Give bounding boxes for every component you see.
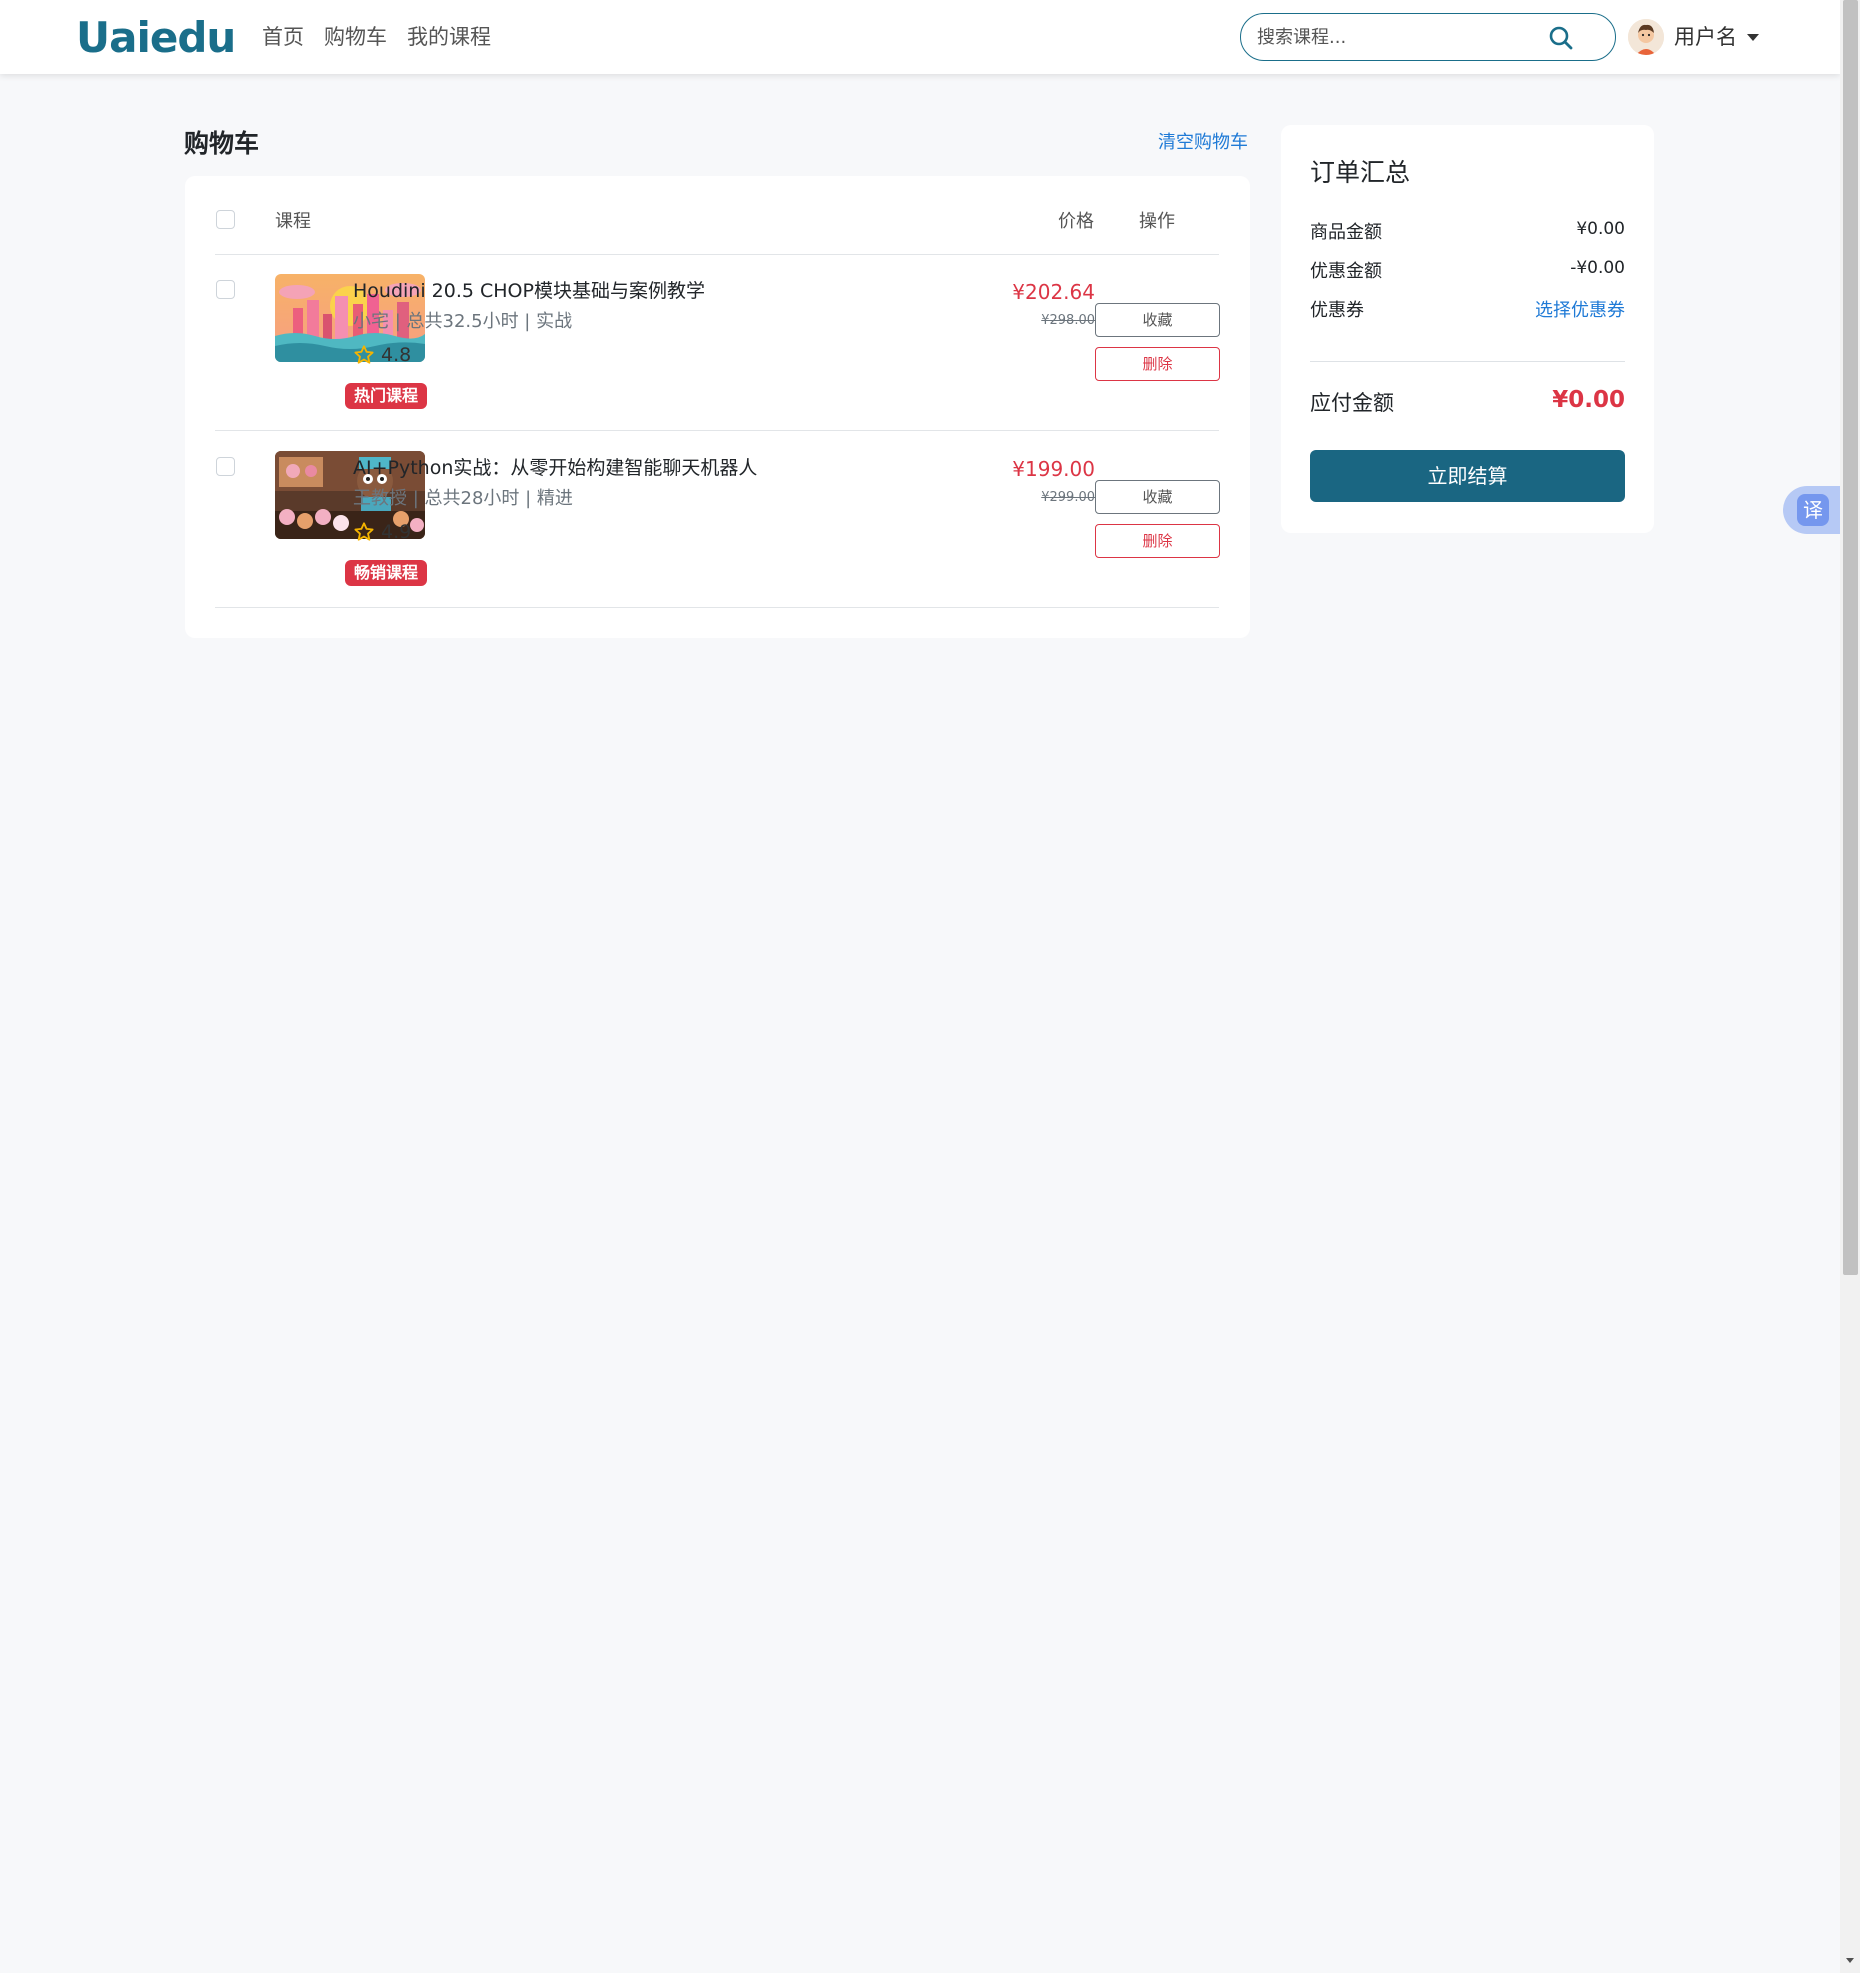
rating-value: 4.9 (381, 521, 412, 543)
item-price: ¥202.64 (1012, 280, 1095, 304)
search-input[interactable] (1257, 24, 1547, 50)
delete-button[interactable]: 删除 (1095, 347, 1220, 381)
nav-link-cart[interactable]: 购物车 (324, 22, 387, 52)
divider (215, 607, 1219, 608)
select-coupon-link[interactable]: 选择优惠券 (1535, 296, 1625, 322)
nav-link-home[interactable]: 首页 (262, 22, 304, 52)
item-price: ¥199.00 (1012, 457, 1095, 481)
summary-title: 订单汇总 (1310, 158, 1411, 187)
goods-amount-label: 商品金额 (1310, 222, 1382, 243)
divider (1310, 361, 1625, 362)
coupon-label: 优惠券 (1310, 300, 1364, 321)
favorite-button[interactable]: 收藏 (1095, 303, 1220, 337)
goods-amount-value: ¥0.00 (1576, 219, 1625, 239)
payable-amount-value: ¥0.00 (1552, 387, 1625, 413)
payable-amount-label: 应付金额 (1310, 391, 1394, 415)
course-meta: 小宅 | 总共32.5小时 | 实战 (353, 311, 573, 332)
select-all-checkbox[interactable] (216, 210, 235, 229)
cart-panel: 课程 价格 操作 Houdini 20.5 CHOP模块基础与案例教学 小宅 |… (185, 176, 1250, 638)
divider (215, 430, 1219, 431)
item-checkbox[interactable] (216, 457, 235, 476)
translate-icon: 译 (1797, 494, 1829, 526)
page-title: 购物车 (184, 129, 260, 158)
translate-button[interactable]: 译 (1783, 486, 1843, 534)
favorite-button[interactable]: 收藏 (1095, 480, 1220, 514)
main-nav: 首页 购物车 我的课程 (262, 22, 491, 52)
user-name: 用户名 (1674, 25, 1737, 49)
divider (215, 254, 1219, 255)
column-header-price: 价格 (1058, 211, 1094, 232)
item-original-price: ¥298.00 (1041, 313, 1095, 328)
course-rating: 4.8 (353, 344, 411, 366)
course-title[interactable]: Houdini 20.5 CHOP模块基础与案例教学 (353, 276, 705, 303)
clear-cart-link[interactable]: 清空购物车 (1158, 128, 1248, 154)
scroll-down-arrow-icon[interactable] (1846, 1958, 1854, 1963)
nav-link-my-courses[interactable]: 我的课程 (407, 22, 491, 52)
order-summary: 订单汇总 商品金额 ¥0.00 优惠金额 -¥0.00 优惠券 选择优惠券 应付… (1281, 125, 1654, 533)
course-meta: 王教授 | 总共28小时 | 精进 (353, 488, 573, 509)
scrollbar-thumb[interactable] (1843, 0, 1858, 1275)
search-box (1240, 13, 1616, 61)
course-badge: 热门课程 (345, 383, 428, 409)
course-title[interactable]: AI+Python实战：从零开始构建智能聊天机器人 (353, 453, 757, 480)
star-icon (354, 522, 374, 541)
course-rating: 4.9 (353, 521, 411, 543)
rating-value: 4.8 (381, 344, 412, 366)
column-header-course: 课程 (275, 211, 311, 232)
top-navbar: Uaiedu 首页 购物车 我的课程 用户名 (0, 0, 1840, 74)
star-icon (354, 345, 374, 364)
search-icon (1549, 26, 1573, 50)
user-menu-toggle[interactable]: 用户名 (1674, 22, 1759, 52)
discount-amount-label: 优惠金额 (1310, 261, 1382, 282)
delete-button[interactable]: 删除 (1095, 524, 1220, 558)
column-header-action: 操作 (1139, 211, 1175, 232)
course-badge: 畅销课程 (345, 560, 428, 586)
item-checkbox[interactable] (216, 280, 235, 299)
item-original-price: ¥299.00 (1041, 490, 1095, 505)
avatar[interactable] (1628, 19, 1664, 55)
chevron-down-icon (1747, 33, 1759, 41)
site-logo[interactable]: Uaiedu (76, 14, 236, 62)
search-button[interactable] (1546, 23, 1576, 53)
user-avatar-icon (1628, 19, 1664, 55)
checkout-button[interactable]: 立即结算 (1310, 450, 1625, 502)
discount-amount-value: -¥0.00 (1570, 258, 1625, 278)
